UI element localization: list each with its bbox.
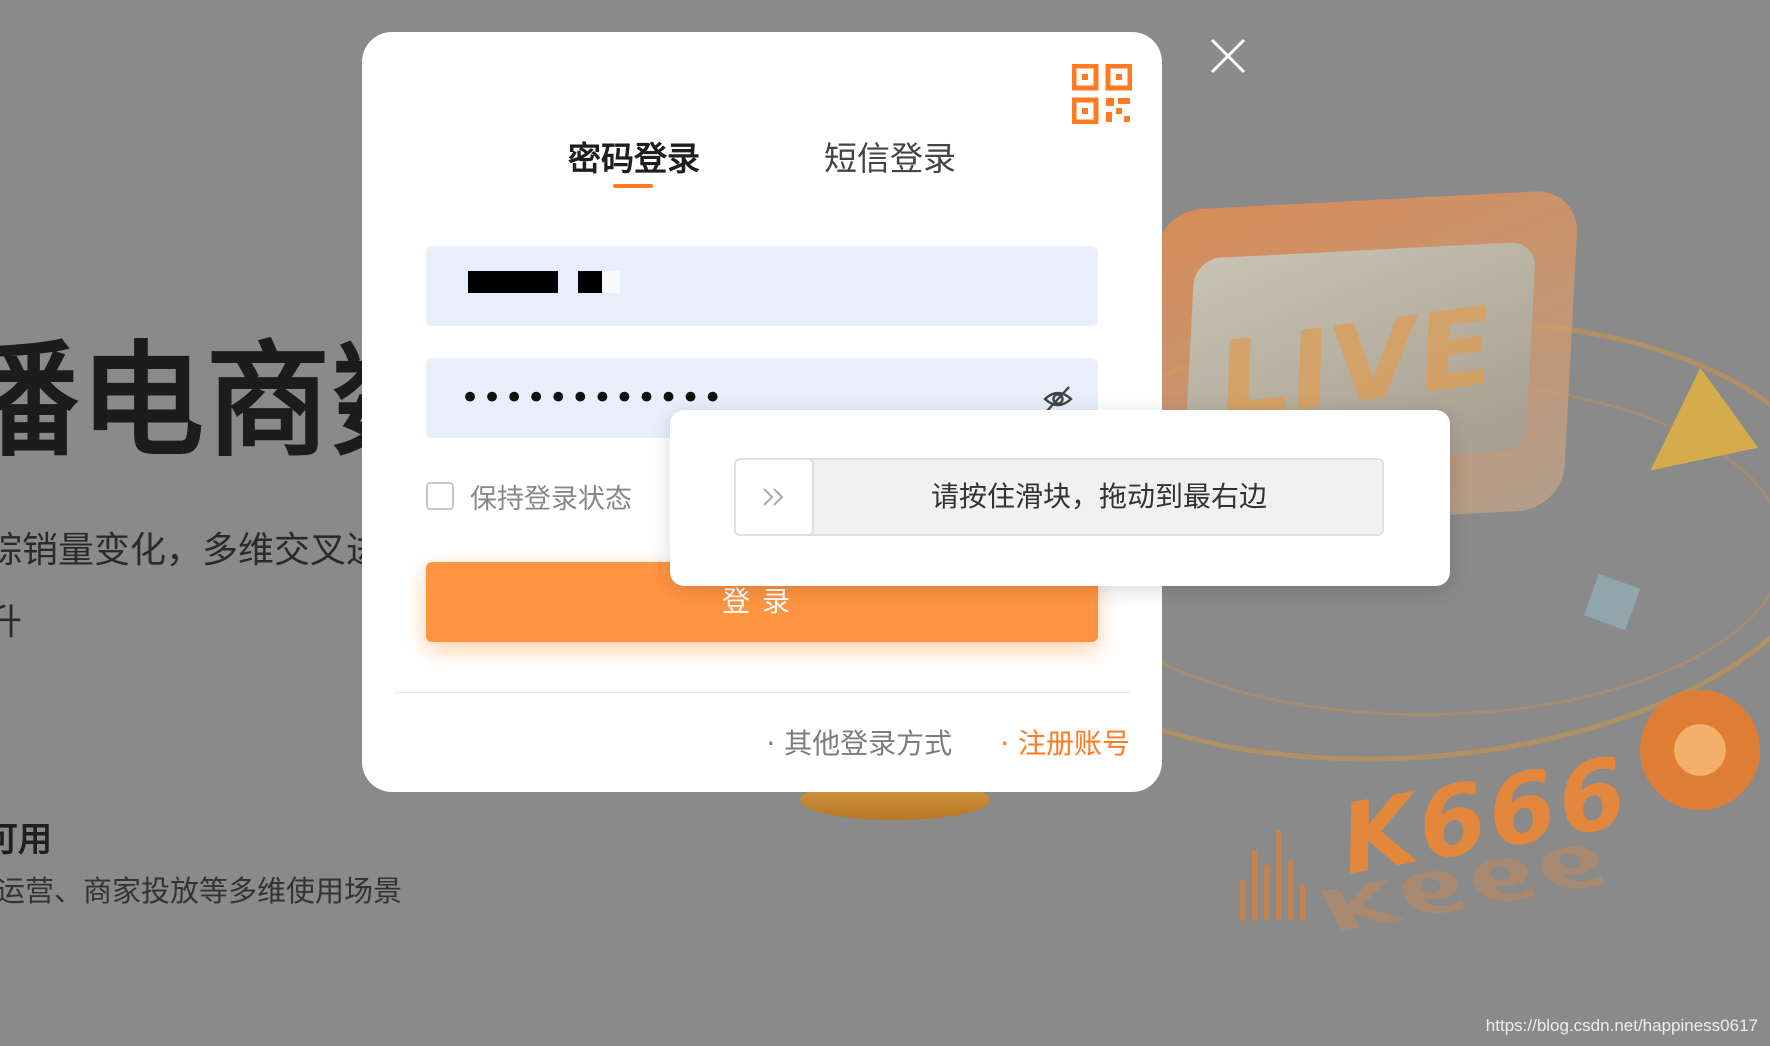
redacted-text [602,271,620,293]
background-description: 踪销量变化，多维交叉进 升 [0,515,382,659]
remember-label: 保持登录状态 [470,483,632,515]
tab-sms-login[interactable]: 短信登录 [824,132,956,180]
background-feature-description: 运营、商家投放等多维使用场景 [0,874,403,908]
register-link[interactable]: · 注册账号 [1000,722,1130,762]
background-description-line: 升 [0,602,23,643]
tab-password-login[interactable]: 密码登录 [568,132,700,180]
slider-handle[interactable] [734,458,814,536]
watermark: https://blog.csdn.net/happiness0617 [1485,1016,1758,1035]
other-login-methods-link[interactable]: · 其他登录方式 [766,722,952,762]
footer-links: · 其他登录方式 · 注册账号 [766,722,1130,762]
background-feature-title: 可用 [0,820,52,860]
active-tab-indicator [613,184,653,188]
qr-login-button[interactable] [1071,63,1133,125]
remember-checkbox[interactable] [426,482,454,510]
qr-code-icon [1071,63,1133,125]
slider-instruction: 请按住滑块，拖动到最右边 [930,480,1267,513]
divider [394,692,1130,693]
redacted-text [578,271,602,293]
slider-captcha-popup: 请按住滑块，拖动到最右边 [670,410,1450,586]
close-icon [1210,38,1246,74]
close-button[interactable] [1208,36,1248,76]
login-tabs: 密码登录 短信登录 [362,132,1162,222]
background-description-line: 踪销量变化，多维交叉进 [0,530,383,571]
double-chevron-right-icon [763,488,784,506]
remember-login-row: 保持登录状态 [426,476,632,516]
username-input[interactable] [426,246,1098,326]
decor-film-reel [1640,690,1760,810]
redacted-text [468,271,558,293]
slider-track[interactable]: 请按住滑块，拖动到最右边 [734,458,1384,536]
decor-bars [1240,830,1305,920]
